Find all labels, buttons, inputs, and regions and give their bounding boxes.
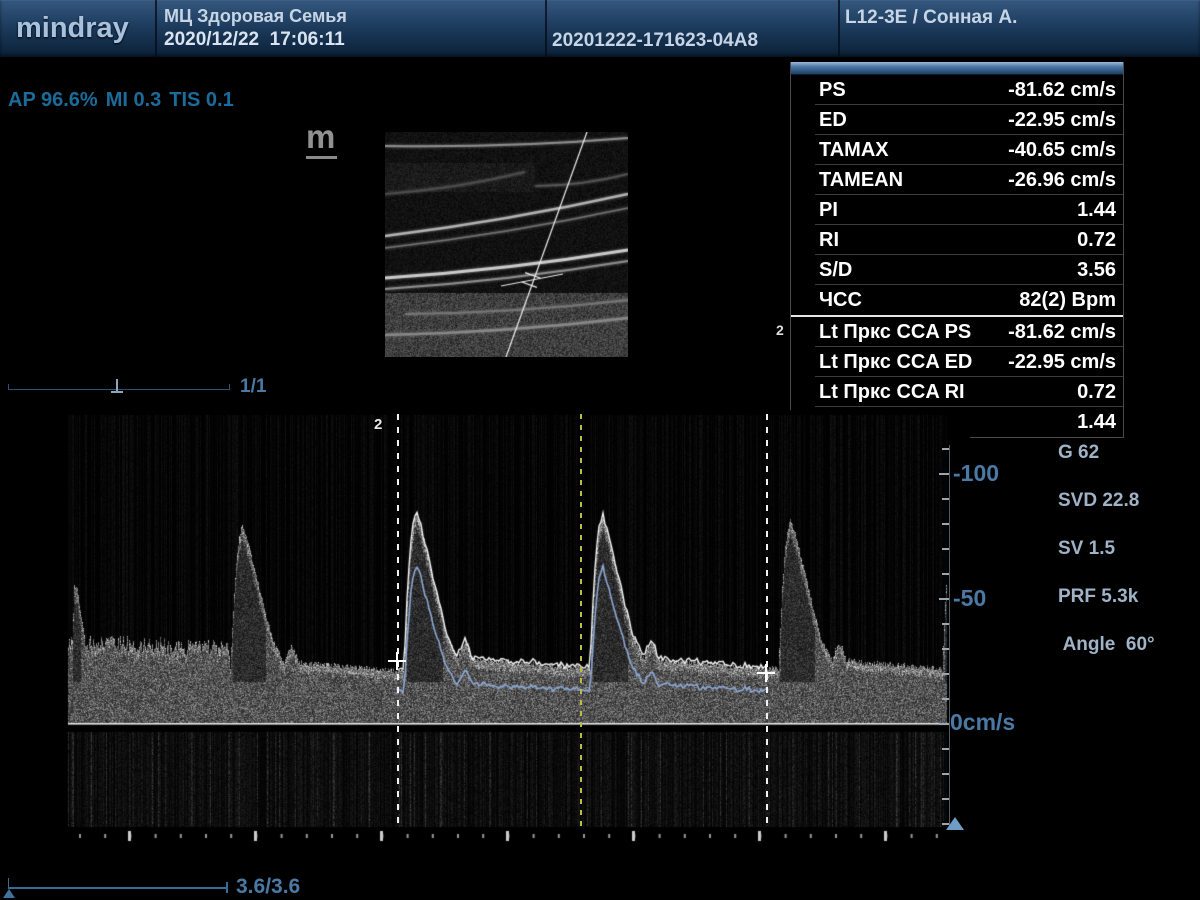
- time-scale-bar: [8, 887, 227, 889]
- velocity-tick: [942, 798, 949, 800]
- header-divider: [155, 0, 157, 57]
- sv-value: SV 1.5: [1058, 538, 1115, 559]
- velocity-tick: [942, 498, 949, 500]
- velocity-tick: [939, 723, 949, 725]
- header-divider: [545, 0, 547, 57]
- exam-id: 20201222-171623-04A8: [552, 30, 758, 52]
- result-row-ps: PS-81.62 cm/s: [791, 75, 1123, 105]
- velocity-tick: [942, 573, 949, 575]
- doppler-spectrum-canvas[interactable]: [0, 410, 970, 860]
- clinic-name: МЦ Здоровая Семья: [164, 6, 347, 27]
- result-row-ed: ED-22.95 cm/s: [791, 105, 1123, 135]
- gain-value: G 62: [1058, 442, 1099, 463]
- spectrum-measurement-number: 2: [374, 416, 382, 433]
- caliper-cross[interactable]: [757, 664, 775, 682]
- result-row-tamean: TAMEAN-26.96 cm/s: [791, 165, 1123, 195]
- measure-mode-icon-underline: [306, 156, 337, 159]
- velocity-tick: [942, 773, 949, 775]
- time-scale-end-tick: [226, 882, 228, 893]
- svd-value: SVD 22.8: [1058, 490, 1139, 511]
- velocity-tick: [942, 748, 949, 750]
- results-panel-title-bar[interactable]: [791, 62, 1123, 75]
- measurement-group-number: 2: [776, 322, 784, 338]
- measure-mode-icon: m: [306, 120, 335, 153]
- velocity-tick: [942, 448, 949, 450]
- depth-scale-end-tick: [8, 384, 9, 390]
- mindray-logo: mindray: [16, 12, 129, 45]
- caliper-cross[interactable]: [388, 652, 406, 670]
- velocity-tick: [942, 623, 949, 625]
- depth-scale-label: 1/1: [240, 376, 266, 398]
- result-row-lt-ri: Lt Пркс CCA RI0.72: [791, 377, 1123, 407]
- velocity-label: -50: [953, 585, 986, 612]
- angle-value: Angle 60°: [1058, 634, 1155, 655]
- ultrasound-screen: mindray МЦ Здоровая Семья 2020/12/22 17:…: [0, 0, 1200, 900]
- velocity-label: -100: [953, 460, 999, 487]
- tis-value: TIS 0.1: [169, 89, 233, 111]
- velocity-tick: [939, 598, 949, 600]
- time-scale-label: 3.6/3.6: [236, 875, 300, 899]
- measure-cursor[interactable]: [397, 414, 399, 826]
- depth-position-marker: [111, 391, 123, 393]
- exam-datetime: 2020/12/22 17:06:11: [164, 29, 345, 51]
- result-row-hr: ЧСС82(2) Bpm: [791, 285, 1123, 315]
- velocity-tick: [942, 673, 949, 675]
- depth-scale-bar: [8, 389, 230, 390]
- baseline-marker-icon[interactable]: [946, 817, 964, 830]
- result-row-sd: S/D3.56: [791, 255, 1123, 285]
- measure-cursor[interactable]: [766, 414, 768, 826]
- velocity-tick: [942, 698, 949, 700]
- ap-value: AP 96.6%: [8, 89, 98, 111]
- velocity-axis: [949, 445, 950, 828]
- time-scale-end-tick: [8, 878, 9, 887]
- acoustic-output-status: AP 96.6% MI 0.3 TIS 0.1: [8, 89, 242, 112]
- header-divider: [838, 0, 840, 57]
- velocity-tick: [942, 648, 949, 650]
- sweep-position-icon: [3, 889, 15, 898]
- header-bar: mindray МЦ Здоровая Семья 2020/12/22 17:…: [0, 0, 1200, 57]
- mi-value: MI 0.3: [106, 89, 162, 111]
- velocity-label: 0cm/s: [950, 709, 1015, 736]
- result-row-lt-ps: Lt Пркс CCA PS-81.62 cm/s: [791, 317, 1123, 347]
- result-row-lt-ed: Lt Пркс CCA ED-22.95 cm/s: [791, 347, 1123, 377]
- velocity-tick: [939, 473, 949, 475]
- result-row-ri: RI0.72: [791, 225, 1123, 255]
- bmode-thumbnail-canvas[interactable]: [385, 132, 628, 357]
- result-row-pi: PI1.44: [791, 195, 1123, 225]
- result-row-tamax: TAMAX-40.65 cm/s: [791, 135, 1123, 165]
- velocity-tick: [942, 548, 949, 550]
- depth-scale-end-tick: [229, 384, 230, 390]
- prf-value: PRF 5.3k: [1058, 586, 1138, 607]
- probe-preset-label: L12-3E / Сонная А.: [845, 7, 1017, 29]
- measurement-results-panel: PS-81.62 cm/s ED-22.95 cm/s TAMAX-40.65 …: [790, 62, 1124, 438]
- measure-cursor-mid[interactable]: [580, 414, 582, 826]
- doppler-parameters: G 62 SVD 22.8 SV 1.5 PRF 5.3k Angle 60°: [1058, 441, 1155, 657]
- velocity-tick: [942, 523, 949, 525]
